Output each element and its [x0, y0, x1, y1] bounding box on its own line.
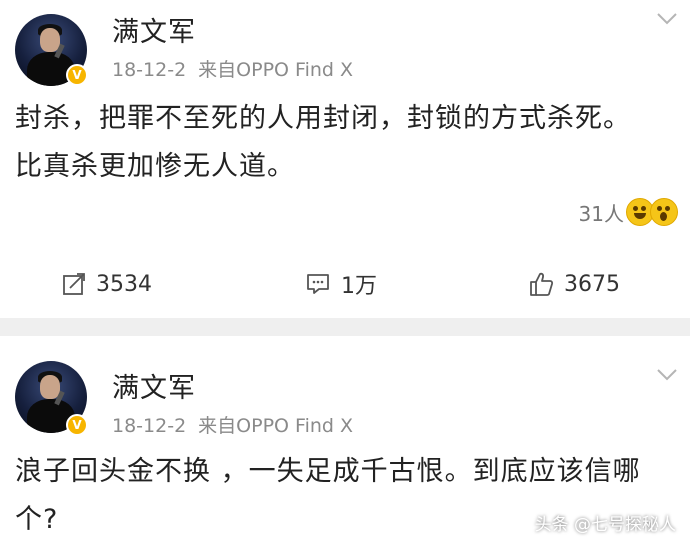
comment-count: 1万 — [341, 274, 377, 299]
action-bar: 3534 1万 3675 — [0, 262, 690, 306]
post-source: 来自OPPO Find X — [198, 415, 354, 437]
like-button[interactable]: 3675 — [528, 262, 620, 306]
surprised-emoji-icon — [650, 198, 678, 226]
repost-button[interactable]: 3534 — [62, 262, 152, 306]
post-divider — [0, 318, 690, 336]
repost-icon — [63, 273, 85, 295]
post-content-line: 封杀，把罪不至死的人用封闭，封锁的方式杀死。 — [15, 103, 631, 134]
comment-button[interactable]: 1万 — [305, 262, 377, 306]
verified-badge-icon: V — [66, 64, 88, 86]
reaction-count: 31人 — [578, 201, 624, 226]
reaction-summary[interactable]: 31人 — [579, 196, 678, 228]
watermark: 头条 @七号探秘人 — [534, 515, 676, 535]
verified-badge-icon: V — [66, 414, 88, 436]
post-date: 18-12-2 — [112, 415, 187, 437]
like-icon — [530, 272, 554, 296]
post-date: 18-12-2 — [112, 59, 187, 81]
post-content-line: 浪子回头金不换 ，一失足成千古恨。到底应该信哪 — [15, 456, 641, 487]
username[interactable]: 满文军 — [112, 10, 196, 49]
like-count: 3675 — [564, 271, 620, 297]
chevron-down-icon[interactable] — [656, 368, 678, 382]
comment-icon — [307, 274, 329, 294]
post-content-line: 比真杀更加惨无人道。 — [15, 151, 295, 182]
username[interactable]: 满文军 — [112, 366, 196, 405]
post-content: 封杀，把罪不至死的人用封闭，封锁的方式杀死。 比真杀更加惨无人道。 — [15, 95, 675, 191]
post-meta: 18-12-2 来自OPPO Find X — [112, 411, 353, 438]
post-meta: 18-12-2 来自OPPO Find X — [112, 55, 353, 82]
post-source: 来自OPPO Find X — [198, 59, 354, 81]
chevron-down-icon[interactable] — [656, 12, 678, 26]
repost-count: 3534 — [96, 271, 152, 297]
weibo-post-1: V 满文军 18-12-2 来自OPPO Find X 封杀，把罪不至死的人用封闭… — [0, 0, 690, 318]
